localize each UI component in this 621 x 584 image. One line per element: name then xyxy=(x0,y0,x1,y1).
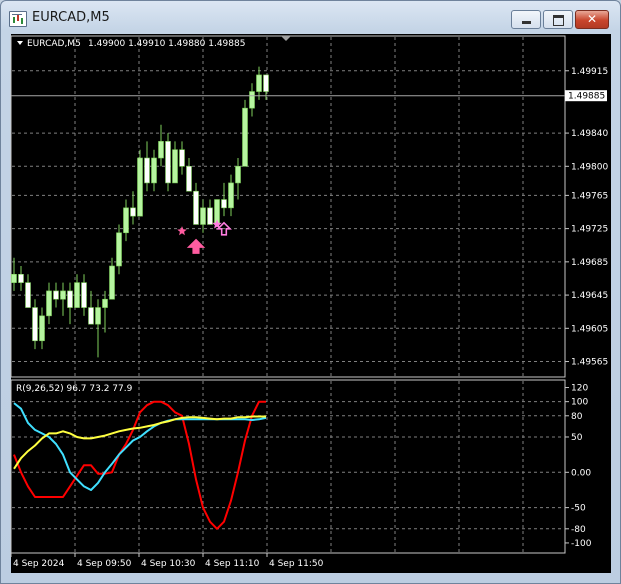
candle-body xyxy=(193,190,199,225)
price-tick-label: 1.49605 xyxy=(571,324,608,334)
candle-body xyxy=(242,107,248,167)
candle-body xyxy=(39,315,45,342)
candle-body xyxy=(74,282,80,308)
price-header-ohlc: 1.49900 1.49910 1.49880 1.49885 xyxy=(88,39,245,49)
candle-body xyxy=(256,74,262,92)
rsi-tick-label: -50 xyxy=(571,504,586,514)
candle-body xyxy=(144,157,150,184)
candle-body xyxy=(249,91,255,109)
price-tick-label: 1.49725 xyxy=(571,225,608,235)
chart-background xyxy=(11,34,611,573)
price-tick-label: 1.49685 xyxy=(571,258,608,268)
candle-body xyxy=(11,274,17,283)
candle-body xyxy=(151,157,157,184)
candle-body xyxy=(95,307,101,325)
time-tick-label: 4 Sep 2024 xyxy=(13,559,65,569)
candle-body xyxy=(263,74,269,92)
candle-body xyxy=(165,141,171,184)
candle-body xyxy=(18,274,24,283)
candle-body xyxy=(221,199,227,209)
rsi-tick-label: 0.00 xyxy=(571,468,591,478)
price-header-symbol: EURCAD,M5 xyxy=(27,39,81,49)
candle-body xyxy=(207,207,213,225)
price-tick-label: 1.49765 xyxy=(571,191,608,201)
candle-body xyxy=(67,290,73,308)
time-tick-label: 4 Sep 11:50 xyxy=(269,559,324,569)
candle-body xyxy=(109,265,115,300)
chart-area[interactable]: 1.49915 1.49840 1.49800 1.49765 1.49725 1.496… xyxy=(0,0,621,584)
candle-body xyxy=(32,307,38,342)
candle-body xyxy=(158,141,164,159)
candle-body xyxy=(235,166,241,184)
rsi-tick-label: 50 xyxy=(571,433,583,443)
candle-body xyxy=(130,207,136,217)
candle-body xyxy=(137,157,143,217)
rsi-header: R(9,26,52) 96.7 73.2 77.9 xyxy=(16,384,133,394)
price-tick-label: 1.49840 xyxy=(571,129,608,139)
price-tick-label: 1.49800 xyxy=(571,162,608,172)
candle-body xyxy=(60,290,66,300)
time-tick-label: 4 Sep 10:30 xyxy=(141,559,196,569)
candle-body xyxy=(25,282,31,308)
candle-body xyxy=(186,166,192,192)
candle-body xyxy=(179,149,185,167)
price-tick-label: 1.49915 xyxy=(571,67,608,77)
candle-body xyxy=(172,149,178,184)
candle-body xyxy=(123,207,129,234)
candle-body xyxy=(200,207,206,225)
price-tick-label: 1.49645 xyxy=(571,291,608,301)
candle-body xyxy=(53,290,59,300)
candle-body xyxy=(228,182,234,209)
candle-body xyxy=(81,282,87,308)
candle-body xyxy=(102,298,108,308)
current-price-label: 1.49885 xyxy=(568,92,605,102)
rsi-tick-label: -100 xyxy=(571,539,592,549)
rsi-tick-label: 80 xyxy=(571,412,583,422)
price-tick-label: 1.49565 xyxy=(571,358,608,368)
rsi-tick-label: 120 xyxy=(571,384,588,394)
candle-body xyxy=(116,232,122,267)
rsi-tick-label: -80 xyxy=(571,525,586,535)
candle-body xyxy=(88,307,94,325)
candle-body xyxy=(46,290,52,317)
rsi-tick-label: 100 xyxy=(571,398,588,408)
time-tick-label: 4 Sep 11:10 xyxy=(205,559,260,569)
time-tick-label: 4 Sep 09:50 xyxy=(77,559,132,569)
